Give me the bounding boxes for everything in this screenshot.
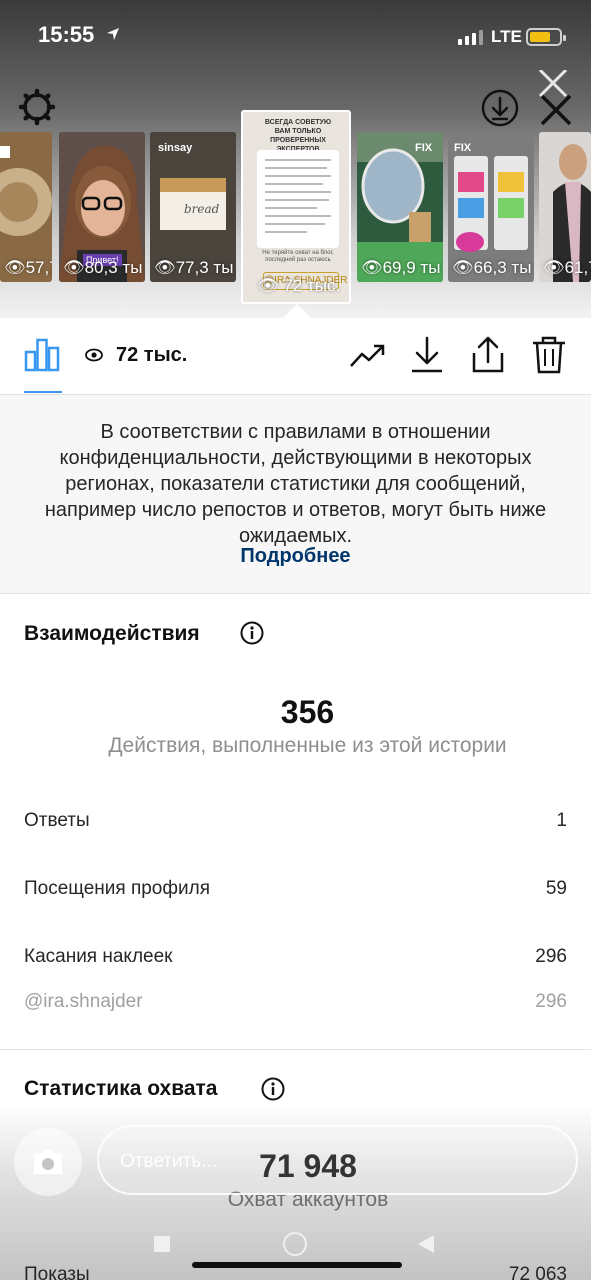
story-viewer-header: 15:55 LTE 👁57, Привет! 👁80,3 ты sinsay b…	[0, 0, 591, 318]
brand-label: sinsay	[158, 142, 193, 154]
metric-value-replies: 1	[556, 810, 567, 831]
share-icon[interactable]	[470, 336, 506, 379]
privacy-notice-text: В соответствии с правилами в отношении к…	[44, 421, 547, 547]
story-thumbnail-selected[interactable]: ВСЕГДА СОВЕТУЮ ВАМ ТОЛЬКО ПРОВЕРЕННЫХ ЭК…	[241, 110, 351, 304]
close-icon[interactable]	[534, 68, 576, 131]
privacy-notice: В соответствии с правилами в отношении к…	[0, 394, 591, 594]
battery-icon	[526, 28, 566, 46]
info-icon[interactable]	[240, 621, 264, 650]
story-view-count: 👁57,7 ты	[4, 258, 52, 277]
metric-label-sticker-taps: Касания наклеек	[24, 946, 173, 967]
nav-home-circle-icon[interactable]	[283, 1232, 307, 1256]
story-thumbnail[interactable]: Привет! 👁80,3 ты	[59, 132, 145, 282]
insights-toolbar: 72 тыс.	[0, 318, 591, 394]
active-tab-indicator	[24, 391, 62, 393]
status-bar: 15:55 LTE	[0, 0, 591, 72]
camera-icon	[34, 1150, 62, 1174]
story-view-count: 👁61,7	[543, 258, 591, 277]
metric-label-replies: Ответы	[24, 810, 90, 831]
trash-icon[interactable]	[531, 336, 567, 379]
section-divider	[0, 1049, 591, 1050]
box-label: bread	[184, 202, 220, 216]
story-message-card	[257, 150, 339, 248]
home-indicator	[192, 1262, 402, 1268]
interactions-subtitle: Действия, выполненные из этой истории	[108, 734, 507, 757]
story-thumbnail[interactable]: FIX 👁69,9 ты	[357, 132, 443, 282]
camera-button[interactable]	[14, 1128, 82, 1196]
cellular-signal-icon	[458, 30, 483, 45]
metric-label-profile-visits: Посещения профиля	[24, 878, 210, 899]
story-view-count: 👁80,3 ты	[63, 258, 143, 277]
story-thumbnail[interactable]: sinsay bread 👁77,3 ты	[150, 132, 236, 282]
story-thumbnail[interactable]: 👁57,7 ты	[0, 132, 52, 282]
impressions-label: Показы	[24, 1264, 90, 1280]
impressions-value: 72 063	[508, 1264, 567, 1280]
interactions-total: 356	[280, 694, 335, 730]
story-thumbnail[interactable]: 👁61,7	[539, 132, 591, 282]
story-view-count: 👁66,3 ты	[452, 258, 532, 277]
brand-label: FIX	[415, 142, 433, 154]
info-icon[interactable]	[261, 1077, 285, 1106]
story-view-total: 72 тыс.	[116, 344, 188, 366]
selected-story-pointer	[283, 304, 311, 318]
brand-label: FIX	[454, 142, 472, 154]
reply-placeholder: Ответить...	[120, 1151, 218, 1172]
download-circle-icon[interactable]	[480, 88, 520, 133]
status-time: 15:55	[38, 22, 95, 47]
network-label: LTE	[491, 27, 522, 46]
story-header-text: ВСЕГДА СОВЕТУЮ ВАМ ТОЛЬКО ПРОВЕРЕННЫХ ЭК…	[264, 119, 332, 153]
promote-trend-icon[interactable]	[349, 336, 387, 377]
nav-square-icon[interactable]	[154, 1236, 170, 1252]
nav-back-icon[interactable]	[418, 1235, 434, 1253]
learn-more-link[interactable]: Подробнее	[0, 545, 591, 568]
story-view-count: 👁69,9 ты	[361, 258, 441, 277]
story-footer-text: Не теряйте охват на блог, последний раз …	[262, 250, 334, 263]
download-icon[interactable]	[410, 336, 444, 379]
location-arrow-icon	[106, 27, 120, 46]
story-view-count: 👁77,3 ты	[154, 258, 234, 277]
settings-gear-icon[interactable]	[18, 88, 56, 131]
metric-label-mention[interactable]: @ira.shnajder	[24, 991, 143, 1013]
interactions-title: Взаимодействия	[24, 622, 200, 645]
bar-chart-icon[interactable]	[24, 336, 60, 377]
reach-title: Статистика охвата	[24, 1077, 218, 1100]
story-view-count: 👁 72 тыс.	[257, 276, 341, 295]
eye-icon	[85, 348, 103, 367]
story-thumbnail[interactable]: FIX 👁66,3 ты	[448, 132, 534, 282]
story-thumbnails: 👁57,7 ты Привет! 👁80,3 ты sinsay	[0, 110, 591, 304]
metric-value-sticker-taps: 296	[535, 946, 567, 967]
metric-value-profile-visits: 59	[545, 878, 567, 899]
metric-value-mention: 296	[535, 991, 567, 1012]
